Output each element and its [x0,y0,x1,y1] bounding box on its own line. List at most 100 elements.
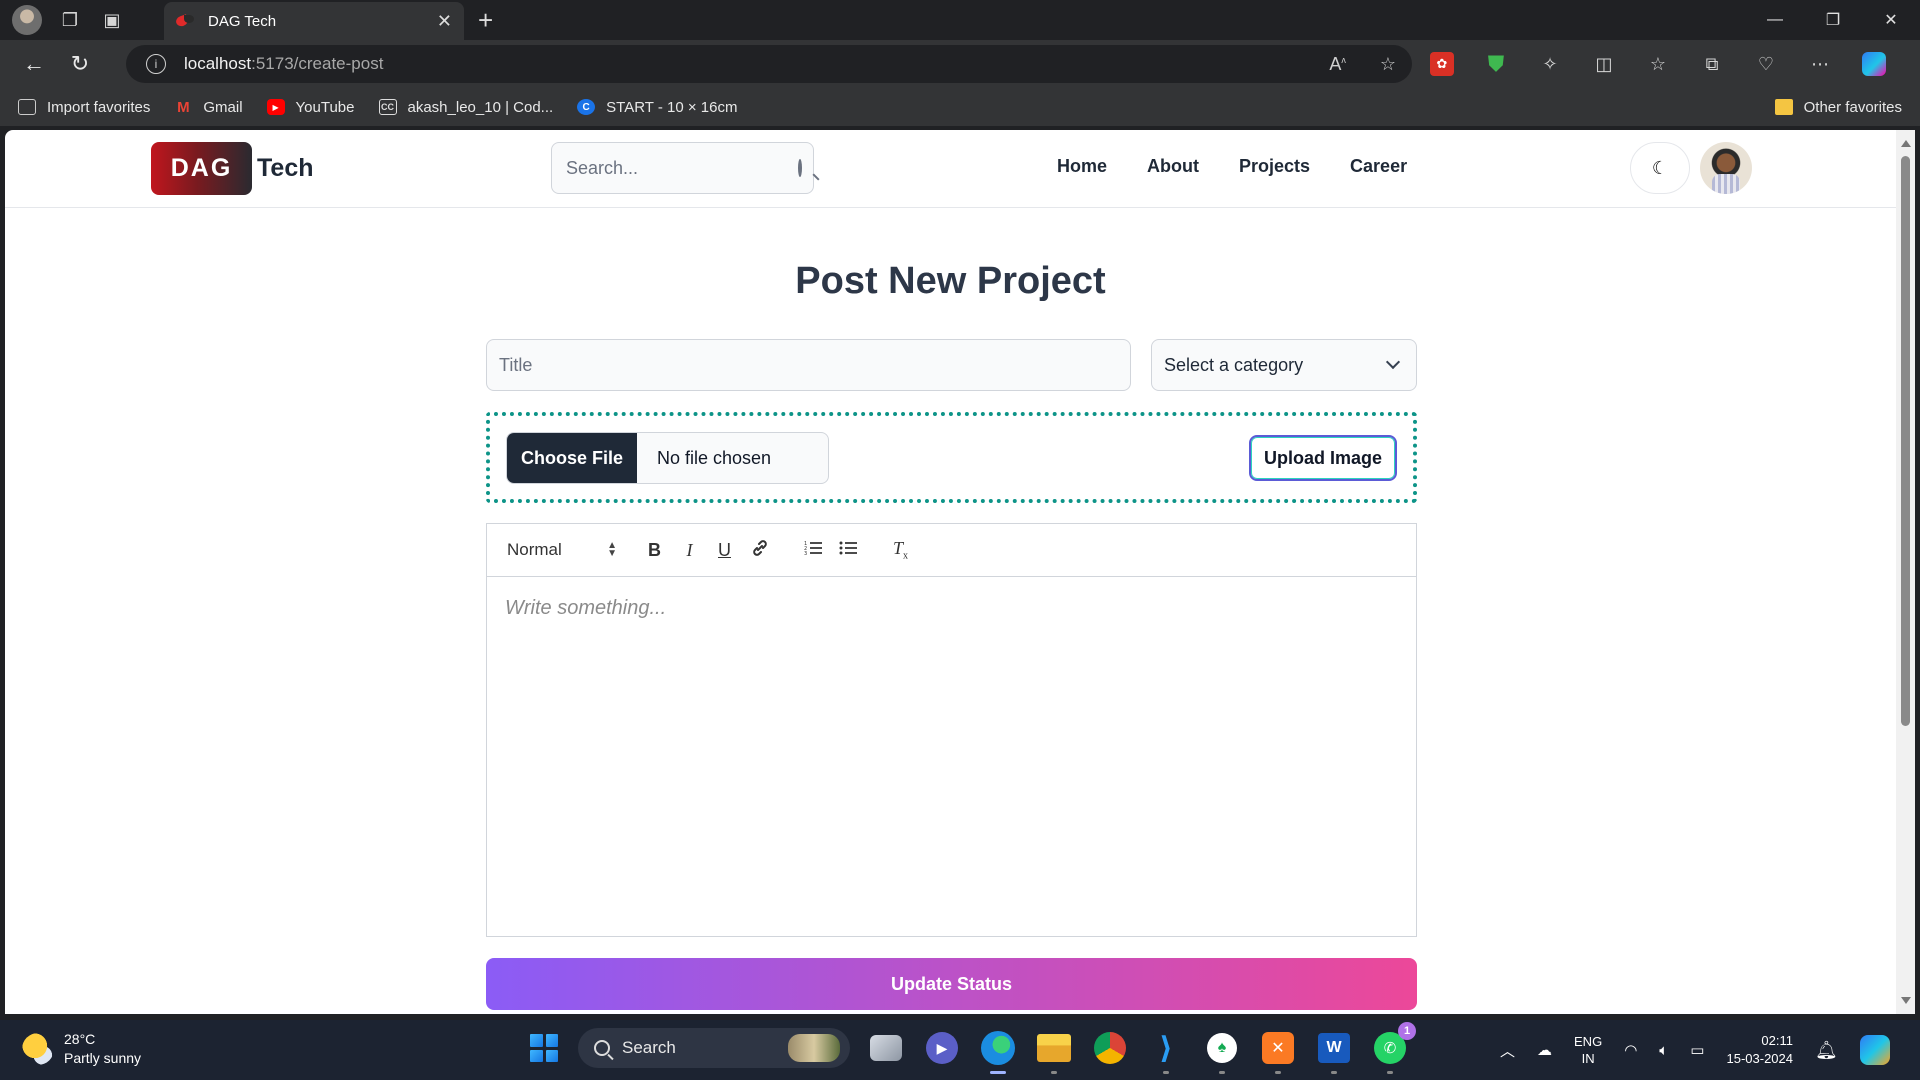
extension-red-icon[interactable]: ✿ [1430,52,1454,76]
scrollbar-thumb[interactable] [1901,156,1910,726]
extensions-puzzle-icon[interactable]: ✧ [1538,52,1562,76]
system-clock[interactable]: 02:11 15-03-2024 [1726,1032,1793,1068]
minimize-icon[interactable]: — [1746,0,1804,40]
collections-icon[interactable]: ⧉ [1700,52,1724,76]
bookmark-youtube[interactable]: ▶ YouTube [266,99,355,116]
scroll-up-icon[interactable] [1901,140,1911,147]
url-bar[interactable]: i localhost:5173/create-post Aʌ ☆ [126,45,1412,83]
more-menu-icon[interactable]: ⋯ [1808,52,1832,76]
close-window-icon[interactable]: ✕ [1862,0,1920,40]
clock-time: 02:11 [1761,1033,1793,1048]
folder-icon [1037,1034,1071,1062]
shield-extension-icon[interactable]: ⛊ [1484,51,1508,76]
whatsapp-app[interactable]: ✆ 1 [1370,1022,1416,1074]
bookmark-label: akash_leo_10 | Cod... [407,98,554,116]
vscode-app[interactable]: ⟩ [1146,1028,1186,1074]
bold-button[interactable]: B [637,540,672,561]
url-path: :5173/create-post [251,54,384,73]
italic-button[interactable]: I [672,540,707,561]
mongodb-app[interactable]: ♠ [1202,1028,1242,1074]
workspaces-icon[interactable]: ❐ [56,6,84,34]
copilot-tray-icon[interactable] [1859,1035,1890,1065]
upload-image-button[interactable]: Upload Image [1249,435,1397,481]
editor-toolbar: Normal ▲ ▼ B I U 123 Tx [487,524,1416,577]
split-screen-icon[interactable]: ◫ [1592,52,1616,76]
favorite-star-icon[interactable]: ☆ [1380,54,1396,75]
search-input[interactable] [566,157,798,179]
tab-title: DAG Tech [208,12,277,30]
nav-career[interactable]: Career [1350,156,1407,177]
refresh-icon[interactable]: ↻ [60,44,100,84]
underline-button[interactable]: U [707,540,742,561]
browser-profile-avatar[interactable] [12,5,42,35]
clock-date: 15-03-2024 [1726,1051,1793,1066]
notification-badge: 1 [1398,1022,1416,1040]
site-logo[interactable]: DAG Tech [151,142,314,195]
user-avatar[interactable] [1700,142,1752,194]
back-arrow-icon[interactable]: ← [14,44,54,84]
nav-projects[interactable]: Projects [1239,156,1310,177]
xampp-app[interactable]: ✕ [1258,1028,1298,1074]
windows-start-icon[interactable] [526,1030,562,1066]
file-explorer-app[interactable] [1034,1028,1074,1074]
chevron-up-icon[interactable]: ︿ [1500,1040,1515,1061]
notification-bell-icon[interactable]: 🔔︎ [1815,1040,1838,1061]
update-status-button[interactable]: Update Status [486,958,1417,1010]
link-icon[interactable] [742,539,777,562]
read-aloud-icon[interactable]: Aʌ [1329,54,1346,75]
format-select[interactable]: Normal ▲ ▼ [507,540,617,560]
teams-app[interactable]: ▶ [922,1028,962,1068]
other-favorites[interactable]: Other favorites [1774,99,1902,116]
partly-sunny-icon [22,1033,54,1065]
close-tab-icon[interactable]: ✕ [437,11,452,32]
theme-toggle-button[interactable]: ☾ [1630,142,1690,194]
image-upload-area: Choose File No file chosen Upload Image [486,412,1417,503]
restore-icon[interactable]: ❐ [1804,0,1862,40]
taskbar-search[interactable]: Search [578,1028,850,1068]
rich-text-editor: Normal ▲ ▼ B I U 123 Tx Write something..… [486,523,1417,937]
bookmark-codechef[interactable]: CC akash_leo_10 | Cod... [378,98,554,116]
task-view-app[interactable] [866,1028,906,1068]
new-tab-icon[interactable]: + [478,6,493,34]
favorites-icon[interactable]: ☆ [1646,52,1670,76]
battery-icon[interactable]: ▭ [1690,1041,1704,1059]
page-scrollbar[interactable] [1896,130,1915,1014]
file-input[interactable]: Choose File No file chosen [506,432,829,484]
site-info-icon[interactable]: i [146,54,166,74]
bookmark-start[interactable]: C START - 10 × 16cm [577,99,737,116]
scroll-down-icon[interactable] [1901,997,1911,1004]
task-view-icon [870,1035,902,1061]
nav-about[interactable]: About [1147,156,1199,177]
word-app[interactable]: W [1314,1028,1354,1074]
bookmark-gmail[interactable]: M Gmail [174,99,242,116]
category-select[interactable]: Select a category [1151,339,1417,391]
bullet-list-icon[interactable] [830,540,865,561]
site-header: DAG Tech Home About Projects Career ☾ [5,130,1896,208]
nav-home[interactable]: Home [1057,156,1107,177]
site-favicon-icon [176,14,196,28]
copilot-icon[interactable] [1862,52,1886,76]
browser-essentials-icon[interactable]: ♡ [1754,52,1778,76]
word-icon: W [1318,1033,1350,1063]
import-icon [18,99,36,115]
browser-tab-active[interactable]: DAG Tech ✕ [164,2,464,40]
lang-code: ENG [1574,1034,1603,1049]
choose-file-button[interactable]: Choose File [507,433,637,483]
ordered-list-icon[interactable]: 123 [795,540,830,561]
wifi-icon[interactable]: ◠ [1624,1041,1637,1059]
bookmark-import-favorites[interactable]: Import favorites [18,99,150,116]
weather-widget[interactable]: 28°C Partly sunny [22,1030,141,1068]
onedrive-cloud-icon[interactable]: ☁ [1537,1041,1552,1059]
editor-content[interactable]: Write something... [487,577,1416,640]
chrome-app[interactable] [1090,1028,1130,1068]
bookmark-label: START - 10 × 16cm [606,98,738,116]
volume-icon[interactable]: 🔈︎ [1659,1042,1668,1059]
language-indicator[interactable]: ENG IN [1574,1033,1602,1067]
temperature: 28°C [64,1031,96,1047]
search-icon[interactable] [798,159,802,177]
title-input[interactable] [486,339,1131,391]
clear-format-icon[interactable]: Tx [883,538,918,562]
editor-placeholder: Write something... [505,597,667,619]
tab-actions-icon[interactable]: ▣ [98,6,126,34]
edge-app[interactable] [978,1028,1018,1074]
